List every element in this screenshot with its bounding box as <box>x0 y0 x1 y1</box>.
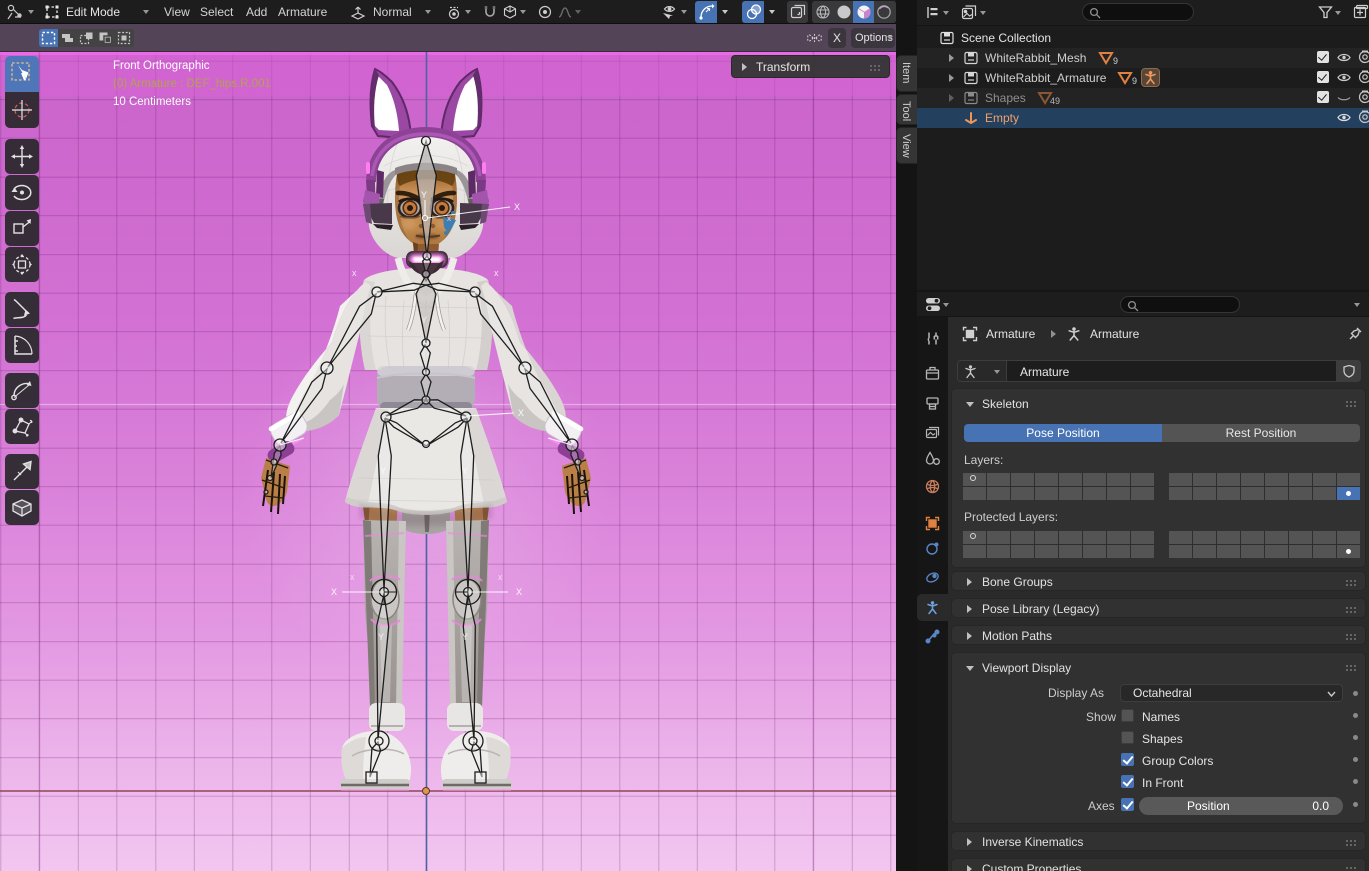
svg-text:Y: Y <box>421 190 427 200</box>
svg-text:X: X <box>331 587 337 597</box>
svg-text:X: X <box>516 587 522 597</box>
svg-text:x: x <box>350 572 355 582</box>
svg-text:x: x <box>447 214 451 223</box>
svg-text:x: x <box>498 572 503 582</box>
svg-text:Y: Y <box>380 466 386 476</box>
svg-text:x: x <box>494 268 499 278</box>
svg-text:Y: Y <box>421 315 427 325</box>
svg-text:Y: Y <box>462 466 468 476</box>
svg-text:X: X <box>514 202 520 212</box>
svg-text:Y: Y <box>462 632 468 642</box>
svg-text:x: x <box>352 268 357 278</box>
svg-text:Y: Y <box>378 632 384 642</box>
svg-text:X: X <box>518 408 524 418</box>
